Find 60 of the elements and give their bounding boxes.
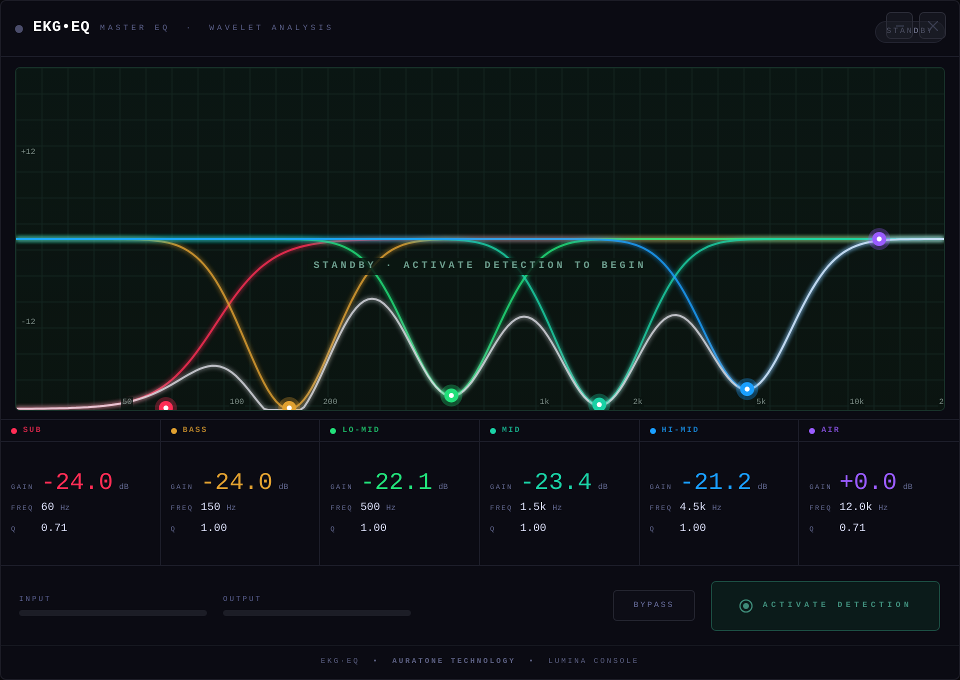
freq-value: 60 xyxy=(41,501,54,516)
freq-value: 500 xyxy=(360,501,380,516)
axis-label: 2 xyxy=(938,397,944,409)
band-name: LO-MID xyxy=(342,424,380,436)
q-value: 0.71 xyxy=(41,522,68,536)
gain-value: -24.0 xyxy=(200,472,273,496)
freq-unit: Hz xyxy=(552,503,562,515)
band-handle[interactable] xyxy=(440,384,462,406)
activate-button[interactable]: ACTIVATE DETECTION xyxy=(711,580,940,630)
band-handle[interactable] xyxy=(588,394,610,410)
gain-value: -21.2 xyxy=(680,472,752,496)
band-name: HI-MID xyxy=(662,424,700,436)
minimize-icon xyxy=(896,24,904,26)
q-value: 1.00 xyxy=(520,522,546,536)
axis-label: +12 xyxy=(21,147,36,160)
gain-unit: dB xyxy=(598,482,608,494)
axis-label: 1k xyxy=(538,397,550,409)
band-name: AIR xyxy=(821,424,840,436)
gain-value: -24.0 xyxy=(41,472,114,496)
gain-value: -23.4 xyxy=(520,472,592,496)
axis-label: -12 xyxy=(21,316,36,329)
q-value: 1.00 xyxy=(680,522,706,536)
axis-label: 200 xyxy=(322,397,338,409)
freq-unit: Hz xyxy=(60,503,70,515)
radio-icon xyxy=(738,598,753,612)
q-value: 0.71 xyxy=(839,522,866,536)
band-handle[interactable] xyxy=(278,397,300,410)
band-name: MID xyxy=(502,424,521,436)
freq-unit: Hz xyxy=(878,503,888,515)
freq-unit: Hz xyxy=(712,503,722,515)
freq-value: 150 xyxy=(200,501,220,516)
axis-label: 10k xyxy=(848,397,866,409)
q-value: 1.00 xyxy=(200,522,228,536)
gain-unit: dB xyxy=(438,482,448,494)
freq-value: 1.5k xyxy=(520,501,546,516)
freq-value: 12.0k xyxy=(839,501,872,516)
band-handle[interactable] xyxy=(154,397,177,410)
axis-label: 2k xyxy=(632,397,644,409)
axis-label: 100 xyxy=(228,397,246,409)
freq-unit: Hz xyxy=(226,503,236,515)
freq-unit: Hz xyxy=(386,503,396,515)
gain-unit: dB xyxy=(758,482,768,494)
gain-unit: dB xyxy=(902,482,913,494)
status-dot-icon xyxy=(15,24,23,32)
gain-value: +0.0 xyxy=(839,472,897,496)
app-subtitle: MASTER EQ · WAVELET ANALYSIS xyxy=(100,22,334,34)
gain-unit: dB xyxy=(278,482,288,494)
freq-value: 4.5k xyxy=(680,501,706,516)
gain-value: -22.1 xyxy=(360,472,432,496)
band-handle[interactable] xyxy=(868,228,890,250)
axis-label: 50 xyxy=(121,397,133,409)
q-value: 1.00 xyxy=(360,522,387,536)
band-handle[interactable] xyxy=(736,378,758,400)
app-title: EKG•EQ xyxy=(33,18,90,38)
band-name: BASS xyxy=(182,424,208,436)
bypass-button[interactable]: BYPASS xyxy=(613,590,695,621)
band-name: SUB xyxy=(23,424,42,436)
status-badge: STANDBY xyxy=(875,20,945,42)
axis-label: 5k xyxy=(755,397,767,409)
gain-unit: dB xyxy=(119,482,129,494)
